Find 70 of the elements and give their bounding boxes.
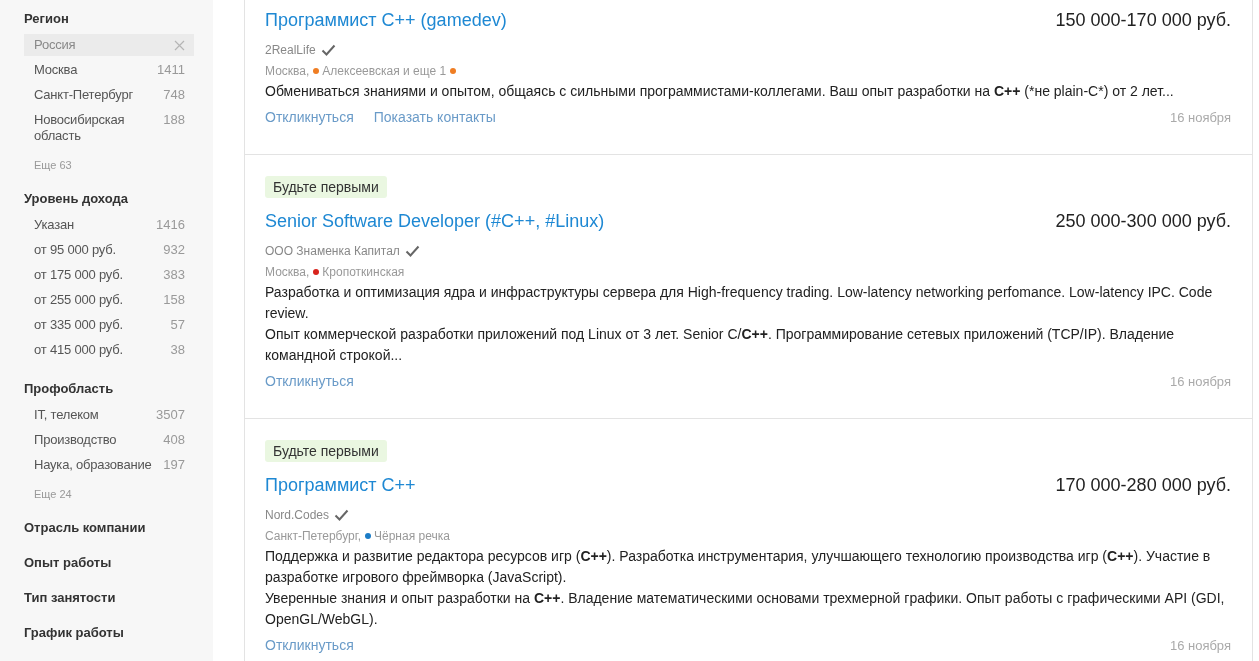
filter-count: 158: [163, 292, 185, 308]
company-name: ООО Знаменка Капитал: [265, 243, 400, 259]
location-text: Алексеевская и еще 1: [322, 63, 447, 79]
salary: 150 000-170 000 руб.: [1055, 10, 1231, 31]
filter-label: от 95 000 руб.: [34, 242, 116, 258]
filter-label: Россия: [34, 37, 76, 53]
date: 16 ноября: [1169, 638, 1231, 653]
filter-label: Наука, образование: [34, 457, 152, 473]
description-text: Поддержка и развитие редактора ресурсов игр (C++). Разработка инструментария, улучшающего технологию производства игр (C++). Участие в разработке игрового фреймворка (JavaScript).: [265, 547, 1212, 587]
date: 16 ноября: [1169, 374, 1231, 389]
filter-count: 1411: [157, 62, 185, 78]
filter-count: 383: [163, 267, 185, 283]
description-text: Опыт коммерческой разработки приложений под Linux от 3 лет. Senior C/C++. Программирование сетевых приложений (TCP/IP). Владение командной строкой...: [265, 325, 1176, 365]
filter-label: Санкт-Петербург: [34, 87, 133, 103]
filter-option[interactable]: Москва 1411: [24, 59, 194, 81]
filter-count: 1416: [156, 217, 185, 233]
location-text: Чёрная речка: [374, 528, 450, 544]
description-text: Разработка и оптимизация ядра и инфраструктуры сервера для High-frequency trading. Low-latency networking perfomance. Low-latency IPC. Code review.: [265, 283, 1214, 323]
location-text: Москва,: [265, 63, 310, 79]
filter-heading[interactable]: Профобласть: [24, 381, 193, 397]
filter-option[interactable]: IT, телеком 3507: [24, 404, 194, 426]
filter-count: 932: [163, 242, 185, 258]
location-text: Санкт-Петербург,: [265, 528, 361, 544]
description-text: Уверенные знания и опыт разработки на C++. Владение математическими основами трехмерной графики. Опыт работы с графическими API (GDI, OpenGL/WebGL).: [265, 589, 1226, 629]
filter-label: Москва: [34, 62, 78, 78]
badge: Будьте первыми: [265, 176, 387, 198]
filter-count: 3507: [156, 407, 185, 423]
filter-label: Указан: [34, 217, 74, 233]
filter-count: 748: [163, 87, 185, 103]
filter-option[interactable]: от 175 000 руб. 383: [24, 264, 194, 286]
filter-heading[interactable]: Уровень дохода: [24, 191, 193, 207]
filter-label: IT, телеком: [34, 407, 99, 423]
vacancy-title-link[interactable]: Программист C++: [265, 473, 416, 497]
filter-option[interactable]: от 95 000 руб. 932: [24, 239, 194, 261]
filter-label: от 175 000 руб.: [34, 267, 123, 283]
salary: 250 000-300 000 руб.: [1055, 211, 1231, 232]
filter-heading[interactable]: Регион: [24, 11, 193, 27]
filter-option[interactable]: Новосибирская область 188: [24, 109, 194, 147]
filter-count: 408: [163, 432, 185, 448]
filter-heading[interactable]: График работы: [24, 625, 193, 641]
filter-label: Производство: [34, 432, 117, 448]
description-text: Обмениваться знаниями и опытом, общаясь с сильными программистами-коллегами. Ваш опыт разработки на C++ (*не plain-C*) от 2 лет...: [265, 82, 1175, 101]
close-icon[interactable]: [174, 40, 185, 51]
filter-label: от 335 000 руб.: [34, 317, 123, 333]
filter-heading[interactable]: Тип занятости: [24, 590, 193, 606]
filter-option[interactable]: от 255 000 руб. 158: [24, 289, 194, 311]
filter-option[interactable]: Производство 408: [24, 429, 194, 451]
vacancy-title-link[interactable]: Senior Software Developer (#C++, #Linux): [265, 209, 605, 233]
company-name: 2RealLife: [265, 42, 316, 58]
filter-label: Новосибирская область: [34, 112, 126, 144]
filter-count: 57: [170, 317, 185, 333]
filter-option[interactable]: Санкт-Петербург 748: [24, 84, 194, 106]
filter-label: от 255 000 руб.: [34, 292, 123, 308]
badge: Будьте первыми: [265, 440, 387, 462]
filter-option[interactable]: от 415 000 руб. 38: [24, 339, 194, 361]
filter-label: от 415 000 руб.: [34, 342, 123, 358]
company-name: Nord.Codes: [265, 507, 330, 523]
filter-count: 38: [170, 342, 185, 358]
filter-option[interactable]: Указан 1416: [24, 214, 194, 236]
filter-heading[interactable]: Отрасль компании: [24, 520, 193, 536]
vacancy-title-link[interactable]: Программист C++ (gamedev): [265, 8, 507, 32]
date: 16 ноября: [1169, 110, 1231, 125]
filter-heading[interactable]: Опыт работы: [24, 555, 193, 571]
filter-count: 188: [163, 112, 185, 128]
filter-count: 197: [163, 457, 185, 473]
location-text: Москва,: [265, 264, 310, 280]
salary: 170 000-280 000 руб.: [1055, 475, 1231, 496]
filter-option[interactable]: Наука, образование 197: [24, 454, 194, 476]
location-text: Кропоткинская: [322, 264, 405, 280]
filter-option[interactable]: от 335 000 руб. 57: [24, 314, 194, 336]
